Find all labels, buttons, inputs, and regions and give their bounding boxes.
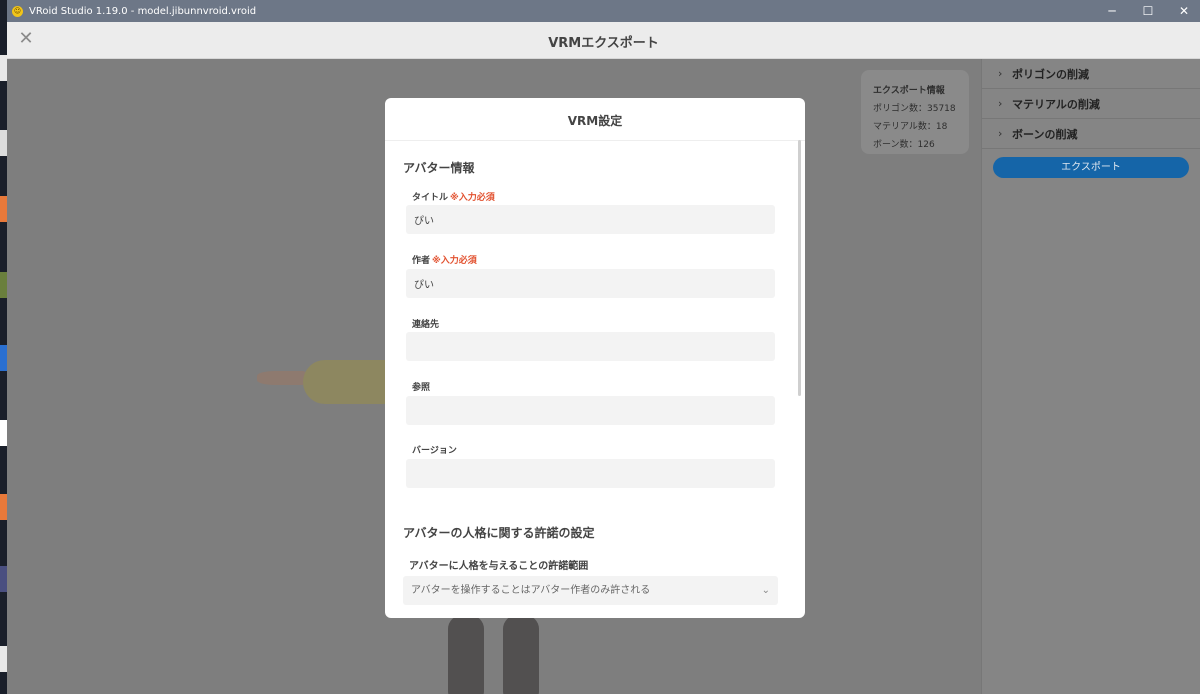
title-label-text: タイトル [412,193,449,203]
author-input[interactable] [406,269,775,298]
chevron-right-icon: › [998,97,1003,110]
section-label: ポリゴンの削減 [1012,67,1089,81]
close-window-button[interactable]: ✕ [1166,0,1200,22]
permission-selected-value: アバターを操作することはアバター作者のみ許される [411,585,651,596]
section-label: マテリアルの削減 [1012,97,1100,111]
chevron-right-icon: › [998,127,1003,140]
contact-label: 連絡先 [412,320,440,330]
permission-sub-heading: アバターに人格を与えることの許諾範囲 [409,561,589,572]
model-hand [257,371,309,385]
vrm-settings-dialog: VRM設定 アバター情報 タイトル※入力必須 作者※入力必須 連絡先 参照 バー… [385,98,805,618]
title-input[interactable] [406,205,775,234]
version-label: バージョン [412,446,457,456]
reference-input[interactable] [406,396,775,425]
desktop-icon[interactable] [0,55,7,81]
vroid-app-icon: ☺ [12,5,23,17]
chevron-right-icon: › [998,67,1003,80]
window-title: VRoid Studio 1.19.0 - model.jibunnvroid.… [29,5,257,17]
page-title: VRMエクスポート [548,36,659,51]
maximize-button[interactable]: ☐ [1130,0,1166,22]
desktop-icon[interactable] [0,272,7,298]
title-label: タイトル ※入力必須 [412,190,495,203]
desktop-icon[interactable] [0,130,7,156]
required-badge: ※入力必須 [450,193,495,203]
model-leg-left [448,615,484,694]
export-info-panel: エクスポート情報 ポリゴン数：35718 マテリアル数：18 ボーン数：126 [861,70,969,154]
polygon-count: ポリゴン数：35718 [873,104,956,114]
divider [385,140,805,141]
version-input[interactable] [406,459,775,488]
desktop-icon[interactable] [0,646,7,672]
author-label-text: 作者 [412,256,431,266]
section-material-reduction[interactable]: › マテリアルの削減 [982,89,1200,119]
desktop-icon[interactable] [0,345,7,371]
title-bar: ☺ VRoid Studio 1.19.0 - model.jibunnvroi… [7,0,1200,22]
section-bone-reduction[interactable]: › ボーンの削減 [982,119,1200,149]
avatar-info-heading: アバター情報 [403,161,475,175]
app-header: ✕ VRMエクスポート [7,22,1200,59]
chevron-down-icon: ⌄ [761,585,770,596]
permission-select[interactable]: アバターを操作することはアバター作者のみ許される ⌄ [403,576,778,605]
contact-input[interactable] [406,332,775,361]
right-panel: › ポリゴンの削減 › マテリアルの削減 › ボーンの削減 エクスポート [981,59,1200,694]
section-label: ボーンの削減 [1012,127,1078,141]
author-label: 作者 ※入力必須 [412,253,477,266]
export-info-title: エクスポート情報 [873,86,945,96]
model-leg-right [503,615,539,694]
section-polygon-reduction[interactable]: › ポリゴンの削減 [982,59,1200,89]
desktop-icon[interactable] [0,420,7,446]
minimize-button[interactable]: ─ [1094,0,1130,22]
permission-heading: アバターの人格に関する許諾の設定 [403,526,595,540]
required-badge: ※入力必須 [432,256,477,266]
material-count: マテリアル数：18 [873,122,948,132]
export-button[interactable]: エクスポート [993,157,1189,178]
dialog-title: VRM設定 [567,114,623,128]
desktop-icon[interactable] [0,566,7,592]
desktop-icon[interactable] [0,494,7,520]
bone-count: ボーン数：126 [873,140,935,150]
desktop-edge [0,0,7,694]
scrollbar[interactable] [798,140,801,396]
reference-label: 参照 [412,383,431,393]
desktop-icon[interactable] [0,196,7,222]
